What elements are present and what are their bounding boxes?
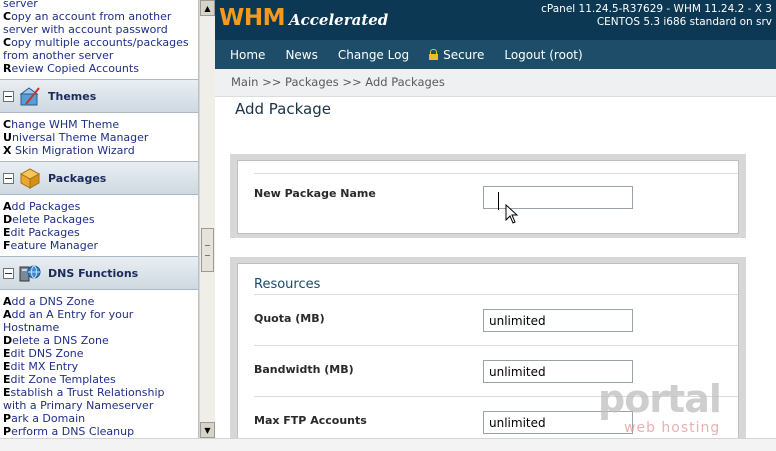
logo-main: WHM [219,5,286,31]
scroll-thumb[interactable] [201,228,214,272]
sidebar-section-dns[interactable]: DNS Functions [0,256,198,290]
sidebar-link-trust-relationship-cont[interactable]: with a Primary Nameserver [0,399,198,412]
sidebar-scrollbar[interactable]: ▲ ▼ [199,0,215,438]
sidebar-link-copy-multiple[interactable]: Copy multiple accounts/packages [0,36,198,49]
ftp-accounts-label: Max FTP Accounts [254,414,367,427]
sidebar-section-packages[interactable]: Packages [0,161,198,195]
sidebar-section-themes[interactable]: Themes [0,79,198,113]
sidebar-link[interactable]: server [0,0,198,10]
sidebar-link-copy-account-cont[interactable]: server with account password [0,23,198,36]
top-nav: Home News Change Log Secure Logout (root… [215,40,776,69]
divider [254,294,738,295]
sidebar-link-trust-relationship[interactable]: Establish a Trust Relationship [0,386,198,399]
paintbrush-icon [18,84,42,108]
quota-input[interactable] [483,309,633,332]
sidebar-link-delete-packages[interactable]: Delete Packages [0,213,198,226]
sidebar-link-park-domain[interactable]: Park a Domain [0,412,198,425]
resources-title: Resources [254,277,321,292]
sidebar-section-label: DNS Functions [48,266,139,280]
sidebar: server Copy an account from another serv… [0,0,199,438]
bandwidth-label: Bandwidth (MB) [254,363,354,376]
portal-watermark-logo: portal web hosting [598,380,768,440]
sidebar-link-feature-manager[interactable]: Feature Manager [0,239,198,252]
page-title: Add Package [235,100,331,118]
sidebar-link-edit-mx-entry[interactable]: Edit MX Entry [0,360,198,373]
logo-sub: Accelerated [289,11,389,29]
divider [254,345,738,346]
sidebar-section-label: Packages [48,171,107,185]
server-os: CENTOS 5.3 i686 standard on srv [596,16,772,28]
header: WHM Accelerated cPanel 11.24.5-R37629 - … [215,0,776,40]
main-content: WHM Accelerated cPanel 11.24.5-R37629 - … [215,0,776,438]
box-icon [18,166,42,190]
package-name-panel: New Package Name [230,154,746,238]
sidebar-link-edit-packages[interactable]: Edit Packages [0,226,198,239]
lock-icon [429,49,439,60]
sidebar-link-edit-zone-templates[interactable]: Edit Zone Templates [0,373,198,386]
sidebar-link-copy-account[interactable]: Copy an account from another [0,10,198,23]
collapse-icon[interactable] [3,267,14,279]
text-caret [498,192,499,210]
breadcrumb: Main >> Packages >> Add Packages [215,69,776,97]
whm-logo: WHM Accelerated [219,5,388,31]
nav-secure[interactable]: Secure [429,48,484,62]
nav-logout[interactable]: Logout (root) [504,48,582,62]
quota-label: Quota (MB) [254,312,325,325]
server-info: cPanel 11.24.5-R37629 - WHM 11.24.2 - X … [541,3,772,29]
sidebar-section-label: Themes [48,89,97,103]
scroll-down-button[interactable]: ▼ [200,422,215,438]
watermark-brand: portal [598,377,722,421]
server-version: cPanel 11.24.5-R37629 - WHM 11.24.2 - X … [541,3,772,15]
network-icon [18,261,42,285]
divider [254,173,738,174]
nav-home[interactable]: Home [230,48,265,62]
watermark-tagline: web hosting [624,420,721,436]
sidebar-link-theme-manager[interactable]: Universal Theme Manager [0,131,198,144]
nav-changelog[interactable]: Change Log [338,48,409,62]
collapse-icon[interactable] [3,172,14,184]
collapse-icon[interactable] [3,90,14,102]
sidebar-link-dns-cleanup[interactable]: Perform a DNS Cleanup [0,425,198,438]
nav-news[interactable]: News [285,48,317,62]
sidebar-link-add-packages[interactable]: Add Packages [0,200,198,213]
nav-secure-label: Secure [443,47,485,62]
sidebar-link-copy-multiple-cont[interactable]: from another server [0,49,198,62]
sidebar-link-add-dns-zone[interactable]: Add a DNS Zone [0,295,198,308]
package-name-label: New Package Name [254,187,376,200]
sidebar-link-skin-migration[interactable]: X Skin Migration Wizard [0,144,198,157]
scroll-up-button[interactable]: ▲ [200,0,215,16]
sidebar-link-review-copied[interactable]: Review Copied Accounts [0,62,198,75]
mouse-cursor-icon [505,204,519,224]
sidebar-link-edit-dns-zone[interactable]: Edit DNS Zone [0,347,198,360]
sidebar-link-delete-dns-zone[interactable]: Delete a DNS Zone [0,334,198,347]
sidebar-link-add-a-entry-cont[interactable]: Hostname [0,321,198,334]
sidebar-link-change-theme[interactable]: Change WHM Theme [0,118,198,131]
sidebar-link-add-a-entry[interactable]: Add an A Entry for your [0,308,198,321]
